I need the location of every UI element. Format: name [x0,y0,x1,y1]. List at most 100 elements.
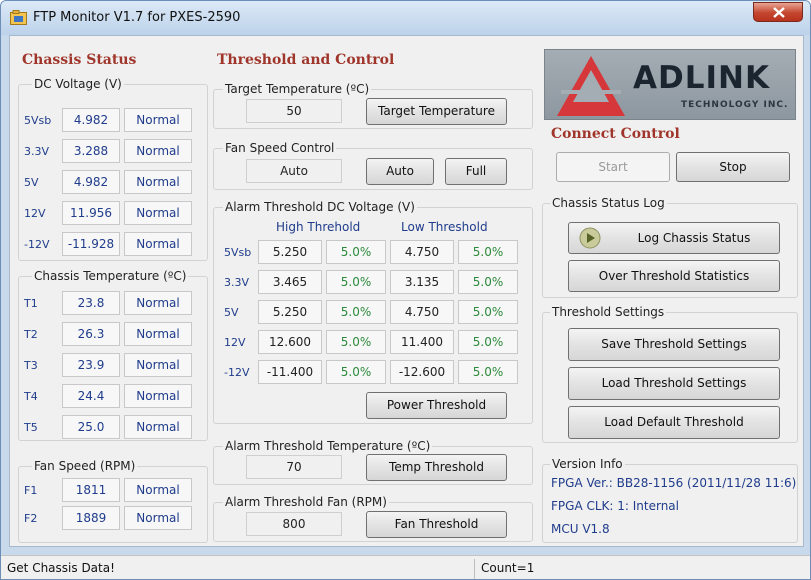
dc-voltage-row-status: Normal [124,139,192,163]
fan-auto-button[interactable]: Auto [366,158,434,185]
alarm-high-percent: 5.0% [326,270,386,294]
alarm-high-value: -11.400 [258,360,322,384]
fan-speed-row-value: 1811 [62,478,120,502]
status-message: Get Chassis Data! [7,561,115,575]
alarm-high-value: 3.465 [258,270,322,294]
alarm-low-value: 4.750 [390,300,454,324]
dc-voltage-row-status: Normal [124,232,192,256]
alarm-high-value: 5.250 [258,240,322,264]
over-threshold-statistics-button[interactable]: Over Threshold Statistics [568,260,780,292]
fan-threshold-button[interactable]: Fan Threshold [366,511,507,538]
alarm-low-percent: 5.0% [458,330,518,354]
alarm-low-percent: 5.0% [458,240,518,264]
alarm-fan-label: Alarm Threshold Fan (RPM) [223,495,389,509]
alarm-high-percent: 5.0% [326,240,386,264]
alarm-row-label: -12V [224,366,250,379]
alarm-low-percent: 5.0% [458,360,518,384]
close-button[interactable] [753,2,803,22]
dc-voltage-row-label: 5Vsb [24,114,52,127]
logo-mark-icon [557,56,625,116]
window-title: FTP Monitor V1.7 for PXES-2590 [33,10,241,25]
log-chassis-status-button[interactable]: Log Chassis Status [568,222,780,254]
logo-subtitle: TECHNOLOGY INC. [681,100,789,110]
dc-voltage-row-label: 5V [24,176,39,189]
alarm-low-value: 11.400 [390,330,454,354]
alarm-dc-voltage-label: Alarm Threshold DC Voltage (V) [223,200,417,214]
alarm-low-value: 3.135 [390,270,454,294]
dc-voltage-row-status: Normal [124,170,192,194]
load-default-threshold-button[interactable]: Load Default Threshold [568,406,780,439]
chassis-status-heading: Chassis Status [22,52,137,68]
dc-voltage-row-label: 3.3V [24,145,50,158]
status-separator [474,559,475,579]
connect-control-heading: Connect Control [551,126,680,142]
dc-voltage-row-label: -12V [24,238,50,251]
low-threshold-header: Low Threshold [401,220,488,234]
temperature-row-value: 24.4 [62,384,120,408]
fan-speed-row-status: Normal [124,506,192,530]
alarm-low-value: -12.600 [390,360,454,384]
version-info-label: Version Info [550,457,625,471]
title-bar[interactable]: FTP Monitor V1.7 for PXES-2590 [1,1,810,35]
company-logo: ADLINK TECHNOLOGY INC. [544,49,796,120]
save-threshold-settings-button[interactable]: Save Threshold Settings [568,328,780,361]
fan-speed-row-label: F2 [24,512,38,525]
temperature-row-status: Normal [124,384,192,408]
temp-threshold-button[interactable]: Temp Threshold [366,454,507,481]
temperature-row-value: 25.0 [62,415,120,439]
load-threshold-settings-button[interactable]: Load Threshold Settings [568,367,780,400]
alarm-row-label: 12V [224,336,246,349]
alarm-low-percent: 5.0% [458,300,518,324]
client-area: Chassis Status DC Voltage (V) Chassis Te… [9,35,804,547]
dc-voltage-row-value: -11.928 [62,232,120,256]
chassis-temperature-label: Chassis Temperature (ºC) [32,269,189,283]
temperature-row-status: Normal [124,322,192,346]
fpga-clock: FPGA CLK: 1: Internal [551,499,679,513]
play-icon [579,227,601,249]
temperature-row-status: Normal [124,291,192,315]
alarm-high-percent: 5.0% [326,330,386,354]
alarm-fan-value: 800 [246,512,342,536]
chassis-status-log-label: Chassis Status Log [550,196,667,210]
start-button[interactable]: Start [556,152,670,182]
temperature-row-value: 23.9 [62,353,120,377]
temperature-row-label: T1 [24,297,38,310]
fan-speed-control-label: Fan Speed Control [223,141,337,155]
stop-button[interactable]: Stop [676,152,790,182]
temperature-row-label: T3 [24,359,38,372]
dc-voltage-row-status: Normal [124,201,192,225]
status-bar: Get Chassis Data! Count=1 [1,555,810,579]
temperature-row-value: 23.8 [62,291,120,315]
fan-full-button[interactable]: Full [445,158,507,185]
app-icon [10,10,27,25]
alarm-temperature-value: 70 [246,455,342,479]
alarm-row-label: 3.3V [224,276,250,289]
fan-speed-row-status: Normal [124,478,192,502]
threshold-control-heading: Threshold and Control [217,52,395,68]
dc-voltage-row-value: 11.956 [62,201,120,225]
target-temperature-value: 50 [246,99,342,123]
app-window: FTP Monitor V1.7 for PXES-2590 Chassis S… [0,0,811,580]
power-threshold-button[interactable]: Power Threshold [366,392,507,419]
alarm-low-value: 4.750 [390,240,454,264]
temperature-row-value: 26.3 [62,322,120,346]
alarm-low-percent: 5.0% [458,270,518,294]
dc-voltage-row-label: 12V [24,207,46,220]
alarm-high-value: 12.600 [258,330,322,354]
alarm-row-label: 5V [224,306,239,319]
target-temperature-label: Target Temperature (ºC) [223,82,372,96]
mcu-version: MCU V1.8 [551,522,610,536]
temperature-row-label: T2 [24,328,38,341]
close-icon [773,7,785,18]
temperature-row-label: T4 [24,390,38,403]
temperature-row-status: Normal [124,353,192,377]
dc-voltage-label: DC Voltage (V) [32,77,124,91]
alarm-temperature-label: Alarm Threshold Temperature (ºC) [223,439,433,453]
high-threshold-header: High Threhold [276,220,361,234]
fan-speed-row-value: 1889 [62,506,120,530]
temperature-row-status: Normal [124,415,192,439]
threshold-settings-label: Threshold Settings [550,305,667,319]
target-temperature-button[interactable]: Target Temperature [366,98,507,125]
fan-speed-row-label: F1 [24,484,38,497]
dc-voltage-row-status: Normal [124,108,192,132]
